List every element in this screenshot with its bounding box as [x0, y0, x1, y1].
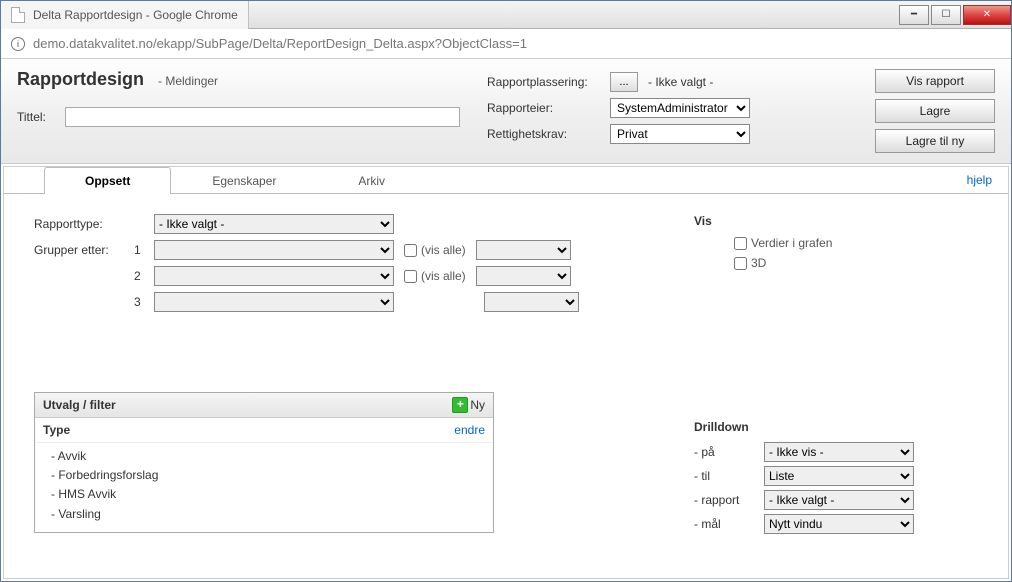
- browser-tab[interactable]: Delta Rapportdesign - Google Chrome: [1, 1, 249, 29]
- tab-arkiv[interactable]: Arkiv: [317, 167, 426, 194]
- url-text: demo.datakvalitet.no/ekapp/SubPage/Delta…: [33, 36, 527, 51]
- placement-label: Rapportplassering:: [487, 75, 602, 89]
- dd-rapport-label: - rapport: [694, 493, 764, 507]
- chrome-titlebar: Delta Rapportdesign - Google Chrome ━ ☐ …: [1, 1, 1011, 29]
- group2-visalle[interactable]: (vis alle): [404, 269, 466, 283]
- group1-visalle-checkbox[interactable]: [404, 244, 417, 257]
- filter-title: Utvalg / filter: [43, 398, 116, 412]
- page-header: Rapportdesign - Meldinger Tittel: Rappor…: [1, 59, 1011, 164]
- reporttype-label: Rapporttype:: [34, 217, 134, 231]
- page-icon: [11, 7, 25, 23]
- group1-select[interactable]: [154, 240, 394, 260]
- filter-new-button[interactable]: Ny: [452, 398, 485, 412]
- dd-rapport-select[interactable]: - Ikke valgt -: [764, 490, 914, 510]
- browser-tab-title: Delta Rapportdesign - Google Chrome: [33, 8, 238, 22]
- site-info-icon[interactable]: i: [11, 37, 25, 51]
- address-bar[interactable]: i demo.datakvalitet.no/ekapp/SubPage/Del…: [1, 29, 1011, 59]
- vis-title: Vis: [694, 214, 978, 228]
- vis-values-option[interactable]: Verdier i grafen: [734, 236, 978, 250]
- group2-visalle-checkbox[interactable]: [404, 270, 417, 283]
- vis-3d-option[interactable]: 3D: [734, 256, 978, 270]
- group3-select[interactable]: [154, 292, 394, 312]
- group1-visalle[interactable]: (vis alle): [404, 243, 466, 257]
- filter-item: - Varsling: [51, 505, 485, 524]
- reporttype-select[interactable]: - Ikke valgt -: [154, 214, 394, 234]
- tittel-input[interactable]: [65, 107, 460, 127]
- placement-browse-button[interactable]: ...: [610, 72, 638, 92]
- group2-aux-select[interactable]: [476, 266, 571, 286]
- tittel-label: Tittel:: [17, 110, 57, 124]
- filter-items: - Avvik - Forbedringsforslag - HMS Avvik…: [35, 443, 493, 532]
- dd-mal-select[interactable]: Nytt vindu: [764, 514, 914, 534]
- filter-item: - Avvik: [51, 447, 485, 466]
- drilldown-title: Drilldown: [694, 420, 978, 434]
- save-as-button[interactable]: Lagre til ny: [875, 129, 995, 153]
- filter-type-label: Type: [43, 423, 70, 437]
- dd-pa-label: - på: [694, 445, 764, 459]
- group1-aux-select[interactable]: [476, 240, 571, 260]
- window-close-button[interactable]: ✕: [963, 5, 1011, 25]
- filter-edit-link[interactable]: endre: [454, 423, 485, 437]
- group-label: Grupper etter:: [34, 243, 134, 257]
- help-link[interactable]: hjelp: [967, 173, 992, 187]
- rights-label: Rettighetskrav:: [487, 127, 602, 141]
- tab-bar: Oppsett Egenskaper Arkiv: [4, 166, 1008, 194]
- window-maximize-button[interactable]: ☐: [931, 5, 961, 25]
- group-num-2: 2: [134, 269, 154, 283]
- save-button[interactable]: Lagre: [875, 99, 995, 123]
- page-title: Rapportdesign: [17, 69, 144, 90]
- tab-egenskaper[interactable]: Egenskaper: [171, 167, 317, 194]
- tab-oppsett[interactable]: Oppsett: [44, 167, 171, 194]
- group-num-3: 3: [134, 295, 154, 309]
- placement-value: - Ikke valgt -: [648, 75, 713, 89]
- group2-select[interactable]: [154, 266, 394, 286]
- owner-select[interactable]: SystemAdministrator: [610, 98, 750, 118]
- window-minimize-button[interactable]: ━: [899, 5, 929, 25]
- rights-select[interactable]: Privat: [610, 124, 750, 144]
- vis-values-checkbox[interactable]: [734, 237, 747, 250]
- dd-til-select[interactable]: Liste: [764, 466, 914, 486]
- owner-label: Rapporteier:: [487, 101, 602, 115]
- filter-box: Utvalg / filter Ny Type endre - Avvik - …: [34, 392, 494, 533]
- page-subtitle: - Meldinger: [158, 74, 218, 88]
- filter-item: - Forbedringsforslag: [51, 466, 485, 485]
- vis-3d-checkbox[interactable]: [734, 257, 747, 270]
- show-report-button[interactable]: Vis rapport: [875, 69, 995, 93]
- dd-mal-label: - mål: [694, 517, 764, 531]
- dd-til-label: - til: [694, 469, 764, 483]
- group-num-1: 1: [134, 243, 154, 257]
- group3-aux-select[interactable]: [484, 292, 579, 312]
- dd-pa-select[interactable]: - Ikke vis -: [764, 442, 914, 462]
- filter-item: - HMS Avvik: [51, 485, 485, 504]
